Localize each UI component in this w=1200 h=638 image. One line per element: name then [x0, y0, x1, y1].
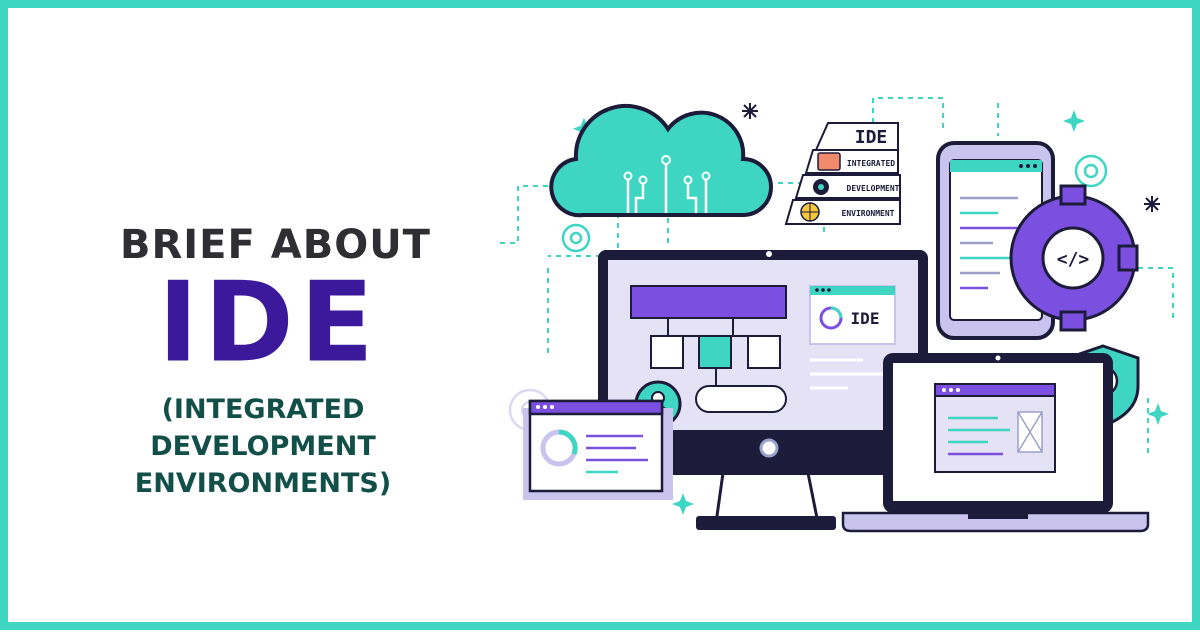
ide-pyramid: IDE INTEGRATED DEVELOPMENT ENVIRONMENT: [784, 122, 901, 225]
monitor-card-title: IDE: [851, 309, 880, 328]
headline-subtitle-line-2: ENVIRONMENTS): [134, 468, 392, 499]
headline-ide: IDE: [158, 259, 380, 388]
headline-block: BRIEF ABOUT IDE (INTEGRATED DEVELOPMENT …: [8, 8, 508, 638]
pyramid-title: IDE: [855, 127, 888, 148]
page-frame: BRIEF ABOUT IDE (INTEGRATED DEVELOPMENT …: [0, 0, 1200, 630]
ide-illustration: IDE INTEGRATED DEVELOPMENT ENVIRONMENT <…: [498, 97, 1174, 533]
headline-subtitle: (INTEGRATED DEVELOPMENT ENVIRONMENTS): [48, 391, 478, 502]
workflow-icon: [817, 152, 841, 171]
laptop-device: [841, 353, 1150, 533]
analytics-window: [523, 399, 673, 500]
pyramid-item-environment: ENVIRONMENT: [842, 209, 895, 218]
pyramid-item-integrated: INTEGRATED: [847, 159, 895, 168]
headline-subtitle-line-1: (INTEGRATED DEVELOPMENT: [150, 394, 376, 462]
code-tag-label: </>: [1057, 249, 1090, 270]
pyramid-item-development: DEVELOPMENT: [847, 184, 900, 193]
